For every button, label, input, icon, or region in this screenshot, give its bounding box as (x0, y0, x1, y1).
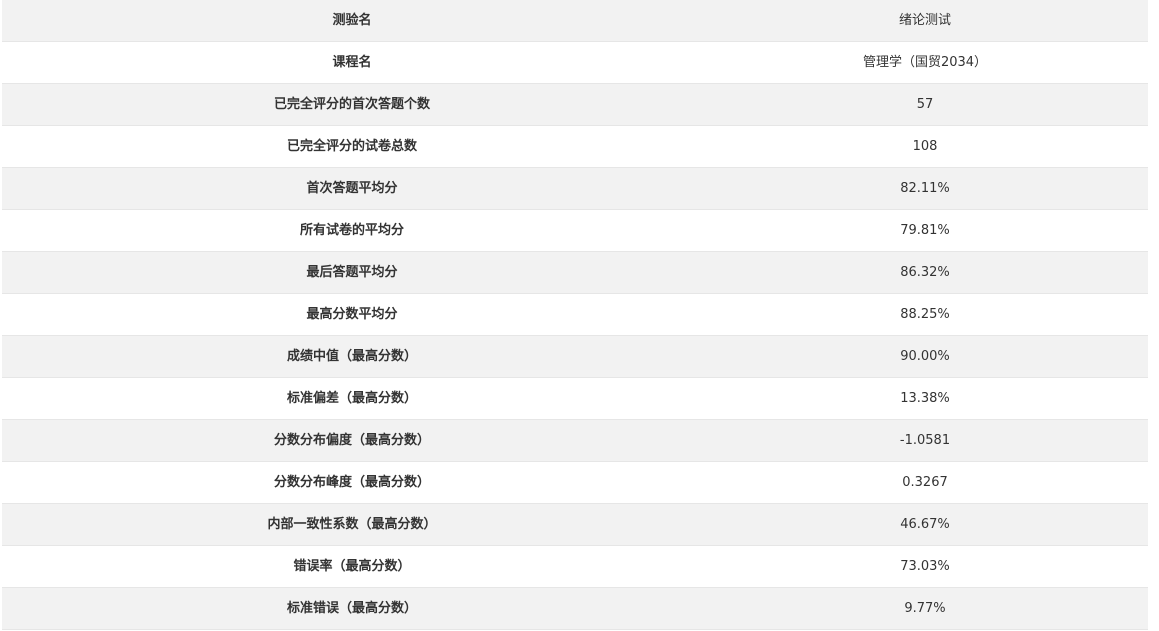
row-value: 79.81% (702, 209, 1148, 252)
table-row: 错误率（最高分数） 73.03% (2, 545, 1148, 588)
row-label: 成绩中值（最高分数） (2, 335, 702, 378)
row-value: 88.25% (702, 293, 1148, 336)
table-row: 分数分布偏度（最高分数） -1.0581 (2, 419, 1148, 462)
row-label: 错误率（最高分数） (2, 545, 702, 588)
row-label: 已完全评分的首次答题个数 (2, 83, 702, 126)
row-label: 最后答题平均分 (2, 251, 702, 294)
row-label: 首次答题平均分 (2, 167, 702, 210)
table-row: 分数分布峰度（最高分数） 0.3267 (2, 461, 1148, 504)
row-value: 0.3267 (702, 461, 1148, 504)
table-row: 内部一致性系数（最高分数） 46.67% (2, 503, 1148, 546)
row-value: 57 (702, 83, 1148, 126)
row-label: 所有试卷的平均分 (2, 209, 702, 252)
row-value: 绪论测试 (702, 0, 1148, 42)
row-label: 最高分数平均分 (2, 293, 702, 336)
row-value: 73.03% (702, 545, 1148, 588)
table-row: 标准偏差（最高分数） 13.38% (2, 377, 1148, 420)
table-row: 成绩中值（最高分数） 90.00% (2, 335, 1148, 378)
table-row: 最后答题平均分 86.32% (2, 251, 1148, 294)
row-value: 86.32% (702, 251, 1148, 294)
row-value: 90.00% (702, 335, 1148, 378)
table-row: 首次答题平均分 82.11% (2, 167, 1148, 210)
table-row: 课程名 管理学（国贸2034） (2, 41, 1148, 84)
table-row: 已完全评分的试卷总数 108 (2, 125, 1148, 168)
row-label: 内部一致性系数（最高分数） (2, 503, 702, 546)
row-label: 分数分布峰度（最高分数） (2, 461, 702, 504)
quiz-statistics-table: 测验名 绪论测试 课程名 管理学（国贸2034） 已完全评分的首次答题个数 57… (2, 0, 1148, 630)
row-label: 测验名 (2, 0, 702, 42)
row-label: 分数分布偏度（最高分数） (2, 419, 702, 462)
row-value: -1.0581 (702, 419, 1148, 462)
table-row: 最高分数平均分 88.25% (2, 293, 1148, 336)
row-value: 82.11% (702, 167, 1148, 210)
table-row: 测验名 绪论测试 (2, 0, 1148, 42)
row-value: 13.38% (702, 377, 1148, 420)
table-row: 已完全评分的首次答题个数 57 (2, 83, 1148, 126)
row-label: 课程名 (2, 41, 702, 84)
table-row: 标准错误（最高分数） 9.77% (2, 587, 1148, 630)
table-row: 所有试卷的平均分 79.81% (2, 209, 1148, 252)
row-value: 管理学（国贸2034） (702, 41, 1148, 84)
row-label: 标准错误（最高分数） (2, 587, 702, 630)
row-value: 46.67% (702, 503, 1148, 546)
row-label: 已完全评分的试卷总数 (2, 125, 702, 168)
row-label: 标准偏差（最高分数） (2, 377, 702, 420)
row-value: 108 (702, 125, 1148, 168)
row-value: 9.77% (702, 587, 1148, 630)
